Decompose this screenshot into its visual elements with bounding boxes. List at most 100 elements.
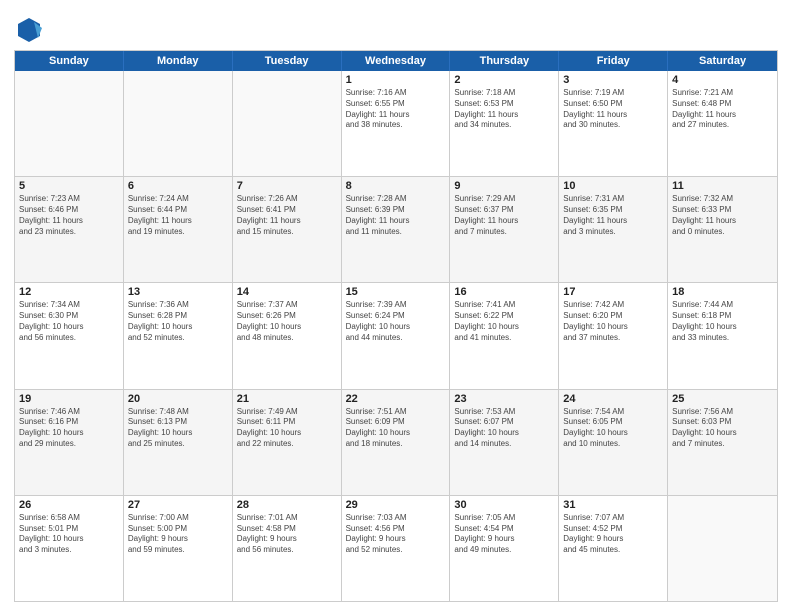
day-number: 30 bbox=[454, 499, 554, 511]
day-info: Sunrise: 7:42 AM Sunset: 6:20 PM Dayligh… bbox=[563, 300, 663, 343]
cal-cell-23: 23Sunrise: 7:53 AM Sunset: 6:07 PM Dayli… bbox=[450, 390, 559, 495]
cal-cell-8: 8 Sunrise: 7:28 AM Sunset: 6:39 PM Daylig… bbox=[342, 177, 451, 282]
day-number: 31 bbox=[563, 499, 663, 511]
day-info: Sunrise: 7:00 AM Sunset: 5:00 PM Dayligh… bbox=[128, 513, 228, 556]
cal-cell-9: 9Sunrise: 7:29 AM Sunset: 6:37 PM Daylig… bbox=[450, 177, 559, 282]
day-info: Sunrise: 7:44 AM Sunset: 6:18 PM Dayligh… bbox=[672, 300, 773, 343]
weekday-header-wednesday: Wednesday bbox=[342, 51, 451, 71]
cal-cell-18: 18 Sunrise: 7:44 AM Sunset: 6:18 PM Dayli… bbox=[668, 283, 777, 388]
calendar-row-1: 1 Sunrise: 7:16 AM Sunset: 6:55 PM Daylig… bbox=[15, 71, 777, 176]
day-info: Sunrise: 7:18 AM Sunset: 6:53 PM Dayligh… bbox=[454, 88, 554, 131]
day-number: 20 bbox=[128, 393, 228, 405]
day-info: Sunrise: 7:19 AM Sunset: 6:50 PM Dayligh… bbox=[563, 88, 663, 131]
weekday-header-tuesday: Tuesday bbox=[233, 51, 342, 71]
cal-cell-empty-4-6 bbox=[668, 496, 777, 601]
day-number: 10 bbox=[563, 180, 663, 192]
day-number: 18 bbox=[672, 286, 773, 298]
cal-cell-1: 1 Sunrise: 7:16 AM Sunset: 6:55 PM Daylig… bbox=[342, 71, 451, 176]
weekday-header-monday: Monday bbox=[124, 51, 233, 71]
day-number: 13 bbox=[128, 286, 228, 298]
cal-cell-24: 24 Sunrise: 7:54 AM Sunset: 6:05 PM Dayli… bbox=[559, 390, 668, 495]
day-info: Sunrise: 7:54 AM Sunset: 6:05 PM Dayligh… bbox=[563, 407, 663, 450]
day-number: 2 bbox=[454, 74, 554, 86]
day-number: 3 bbox=[563, 74, 663, 86]
day-number: 26 bbox=[19, 499, 119, 511]
calendar-body: 1 Sunrise: 7:16 AM Sunset: 6:55 PM Daylig… bbox=[15, 71, 777, 601]
day-number: 5 bbox=[19, 180, 119, 192]
cal-cell-5: 5 Sunrise: 7:23 AM Sunset: 6:46 PM Daylig… bbox=[15, 177, 124, 282]
header bbox=[14, 10, 778, 44]
cal-cell-6: 6 Sunrise: 7:24 AM Sunset: 6:44 PM Daylig… bbox=[124, 177, 233, 282]
day-info: Sunrise: 7:41 AM Sunset: 6:22 PM Dayligh… bbox=[454, 300, 554, 343]
day-info: Sunrise: 7:36 AM Sunset: 6:28 PM Dayligh… bbox=[128, 300, 228, 343]
cal-cell-15: 15Sunrise: 7:39 AM Sunset: 6:24 PM Dayli… bbox=[342, 283, 451, 388]
day-info: Sunrise: 7:28 AM Sunset: 6:39 PM Dayligh… bbox=[346, 194, 446, 237]
weekday-header-thursday: Thursday bbox=[450, 51, 559, 71]
calendar-row-4: 19 Sunrise: 7:46 AM Sunset: 6:16 PM Dayli… bbox=[15, 389, 777, 495]
cal-cell-2: 2 Sunrise: 7:18 AM Sunset: 6:53 PM Daylig… bbox=[450, 71, 559, 176]
day-info: Sunrise: 7:37 AM Sunset: 6:26 PM Dayligh… bbox=[237, 300, 337, 343]
cal-cell-21: 21 Sunrise: 7:49 AM Sunset: 6:11 PM Dayli… bbox=[233, 390, 342, 495]
cal-cell-11: 11Sunrise: 7:32 AM Sunset: 6:33 PM Dayli… bbox=[668, 177, 777, 282]
day-number: 27 bbox=[128, 499, 228, 511]
day-number: 21 bbox=[237, 393, 337, 405]
calendar-row-5: 26Sunrise: 6:58 AM Sunset: 5:01 PM Dayli… bbox=[15, 495, 777, 601]
weekday-header-friday: Friday bbox=[559, 51, 668, 71]
cal-cell-empty-0-0 bbox=[15, 71, 124, 176]
day-number: 6 bbox=[128, 180, 228, 192]
day-number: 28 bbox=[237, 499, 337, 511]
day-info: Sunrise: 7:46 AM Sunset: 6:16 PM Dayligh… bbox=[19, 407, 119, 450]
cal-cell-31: 31 Sunrise: 7:07 AM Sunset: 4:52 PM Dayli… bbox=[559, 496, 668, 601]
day-info: Sunrise: 7:48 AM Sunset: 6:13 PM Dayligh… bbox=[128, 407, 228, 450]
day-info: Sunrise: 7:01 AM Sunset: 4:58 PM Dayligh… bbox=[237, 513, 337, 556]
day-info: Sunrise: 7:05 AM Sunset: 4:54 PM Dayligh… bbox=[454, 513, 554, 556]
cal-cell-25: 25Sunrise: 7:56 AM Sunset: 6:03 PM Dayli… bbox=[668, 390, 777, 495]
cal-cell-12: 12Sunrise: 7:34 AM Sunset: 6:30 PM Dayli… bbox=[15, 283, 124, 388]
cal-cell-28: 28 Sunrise: 7:01 AM Sunset: 4:58 PM Dayli… bbox=[233, 496, 342, 601]
day-info: Sunrise: 7:03 AM Sunset: 4:56 PM Dayligh… bbox=[346, 513, 446, 556]
cal-cell-27: 27 Sunrise: 7:00 AM Sunset: 5:00 PM Dayli… bbox=[124, 496, 233, 601]
day-number: 29 bbox=[346, 499, 446, 511]
day-info: Sunrise: 7:23 AM Sunset: 6:46 PM Dayligh… bbox=[19, 194, 119, 237]
cal-cell-3: 3 Sunrise: 7:19 AM Sunset: 6:50 PM Daylig… bbox=[559, 71, 668, 176]
day-number: 19 bbox=[19, 393, 119, 405]
cal-cell-30: 30 Sunrise: 7:05 AM Sunset: 4:54 PM Dayli… bbox=[450, 496, 559, 601]
cal-cell-29: 29 Sunrise: 7:03 AM Sunset: 4:56 PM Dayli… bbox=[342, 496, 451, 601]
day-info: Sunrise: 7:07 AM Sunset: 4:52 PM Dayligh… bbox=[563, 513, 663, 556]
day-info: Sunrise: 7:26 AM Sunset: 6:41 PM Dayligh… bbox=[237, 194, 337, 237]
day-number: 4 bbox=[672, 74, 773, 86]
cal-cell-20: 20 Sunrise: 7:48 AM Sunset: 6:13 PM Dayli… bbox=[124, 390, 233, 495]
day-number: 17 bbox=[563, 286, 663, 298]
day-info: Sunrise: 7:53 AM Sunset: 6:07 PM Dayligh… bbox=[454, 407, 554, 450]
day-number: 16 bbox=[454, 286, 554, 298]
weekday-header-sunday: Sunday bbox=[15, 51, 124, 71]
day-info: Sunrise: 7:21 AM Sunset: 6:48 PM Dayligh… bbox=[672, 88, 773, 131]
day-info: Sunrise: 7:16 AM Sunset: 6:55 PM Dayligh… bbox=[346, 88, 446, 131]
cal-cell-empty-0-2 bbox=[233, 71, 342, 176]
day-number: 14 bbox=[237, 286, 337, 298]
day-info: Sunrise: 7:56 AM Sunset: 6:03 PM Dayligh… bbox=[672, 407, 773, 450]
cal-cell-4: 4 Sunrise: 7:21 AM Sunset: 6:48 PM Daylig… bbox=[668, 71, 777, 176]
day-number: 8 bbox=[346, 180, 446, 192]
cal-cell-13: 13 Sunrise: 7:36 AM Sunset: 6:28 PM Dayli… bbox=[124, 283, 233, 388]
day-number: 1 bbox=[346, 74, 446, 86]
calendar: SundayMondayTuesdayWednesdayThursdayFrid… bbox=[14, 50, 778, 602]
cal-cell-16: 16 Sunrise: 7:41 AM Sunset: 6:22 PM Dayli… bbox=[450, 283, 559, 388]
logo bbox=[14, 14, 48, 44]
day-number: 22 bbox=[346, 393, 446, 405]
cal-cell-22: 22 Sunrise: 7:51 AM Sunset: 6:09 PM Dayli… bbox=[342, 390, 451, 495]
cal-cell-17: 17 Sunrise: 7:42 AM Sunset: 6:20 PM Dayli… bbox=[559, 283, 668, 388]
cal-cell-10: 10 Sunrise: 7:31 AM Sunset: 6:35 PM Dayli… bbox=[559, 177, 668, 282]
logo-icon bbox=[14, 14, 44, 44]
day-info: Sunrise: 7:32 AM Sunset: 6:33 PM Dayligh… bbox=[672, 194, 773, 237]
cal-cell-empty-0-1 bbox=[124, 71, 233, 176]
day-info: Sunrise: 7:24 AM Sunset: 6:44 PM Dayligh… bbox=[128, 194, 228, 237]
day-info: Sunrise: 7:51 AM Sunset: 6:09 PM Dayligh… bbox=[346, 407, 446, 450]
day-number: 24 bbox=[563, 393, 663, 405]
day-info: Sunrise: 7:34 AM Sunset: 6:30 PM Dayligh… bbox=[19, 300, 119, 343]
day-info: Sunrise: 7:31 AM Sunset: 6:35 PM Dayligh… bbox=[563, 194, 663, 237]
calendar-row-2: 5 Sunrise: 7:23 AM Sunset: 6:46 PM Daylig… bbox=[15, 176, 777, 282]
day-number: 15 bbox=[346, 286, 446, 298]
day-info: Sunrise: 7:49 AM Sunset: 6:11 PM Dayligh… bbox=[237, 407, 337, 450]
cal-cell-14: 14 Sunrise: 7:37 AM Sunset: 6:26 PM Dayli… bbox=[233, 283, 342, 388]
